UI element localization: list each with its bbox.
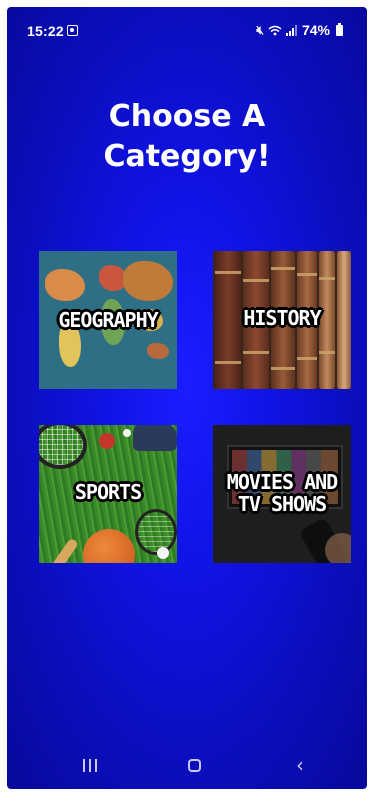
wifi-icon xyxy=(268,25,282,35)
title-line-1: Choose A xyxy=(108,99,266,134)
golf-ball-icon xyxy=(123,429,131,437)
category-label: HISTORY xyxy=(213,307,351,329)
notification-icon xyxy=(67,25,78,36)
sneakers-icon xyxy=(133,425,177,451)
navigation-bar: ‹ xyxy=(7,741,367,789)
mute-icon: 🔇︎ xyxy=(256,22,264,37)
hand-shape xyxy=(325,533,351,563)
page-title: Choose A Category! xyxy=(7,97,367,177)
category-label: GEOGRAPHY xyxy=(39,309,177,331)
status-time: 15:22 xyxy=(27,23,64,39)
title-line-2: Category! xyxy=(103,139,271,174)
category-label-line: TV SHOWS xyxy=(237,492,327,516)
category-label-line: GEOGRAPHY xyxy=(58,308,158,332)
category-label-line: SPORTS xyxy=(74,480,142,504)
category-movies-tv[interactable]: MOVIES AND TV SHOWS xyxy=(213,425,351,563)
category-sports[interactable]: SPORTS xyxy=(39,425,177,563)
shuttlecock-icon xyxy=(157,547,169,559)
tennis-racket-icon xyxy=(135,509,177,555)
category-geography[interactable]: GEOGRAPHY xyxy=(39,251,177,389)
category-history[interactable]: HISTORY xyxy=(213,251,351,389)
baseball-icon xyxy=(99,433,115,449)
category-label: MOVIES AND TV SHOWS xyxy=(213,471,351,515)
battery-icon xyxy=(336,22,343,36)
category-label-line: HISTORY xyxy=(243,306,321,330)
signal-icon xyxy=(285,24,297,36)
category-label: SPORTS xyxy=(39,481,177,503)
status-right: 🔇︎ 74% xyxy=(256,22,343,38)
status-bar: 15:22 🔇︎ 74% xyxy=(7,7,367,51)
recents-icon[interactable] xyxy=(75,753,105,777)
app-screen: 15:22 🔇︎ 74% Choose A Category! GEOGRAPH… xyxy=(7,7,367,789)
map-continent xyxy=(147,343,169,359)
back-icon[interactable]: ‹ xyxy=(285,753,315,777)
map-continent xyxy=(123,261,173,301)
home-icon[interactable] xyxy=(179,753,209,777)
category-label-line: MOVIES AND xyxy=(226,470,338,494)
battery-percent: 74% xyxy=(301,22,330,38)
map-continent xyxy=(45,269,85,301)
